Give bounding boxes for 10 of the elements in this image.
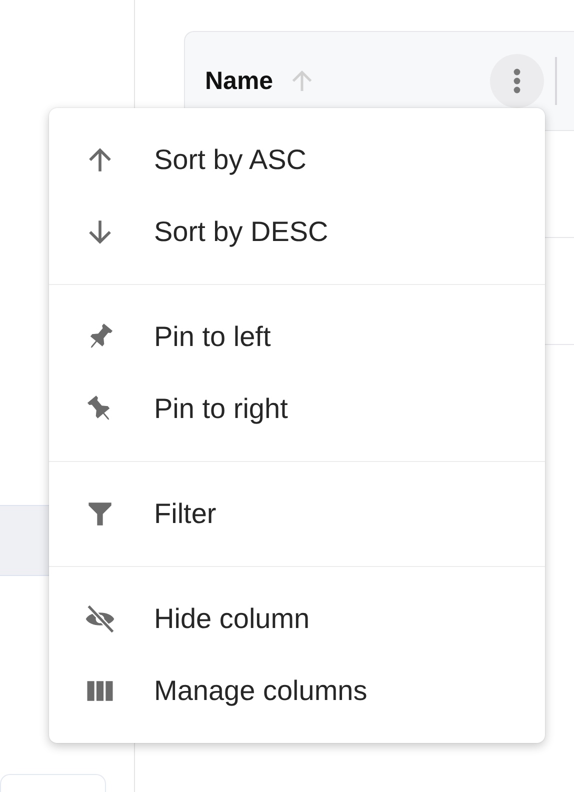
- menu-item[interactable]: Pin to right: [49, 373, 545, 445]
- menu-item[interactable]: Filter: [49, 478, 545, 550]
- more-vertical-icon: [513, 68, 521, 94]
- menu-item[interactable]: Manage columns: [49, 655, 545, 727]
- hidden-eye-icon: [83, 602, 117, 636]
- menu-item[interactable]: Pin to left: [49, 301, 545, 373]
- menu-item[interactable]: Sort by DESC: [49, 196, 545, 268]
- menu-item[interactable]: Hide column: [49, 583, 545, 655]
- menu-item[interactable]: Sort by ASC: [49, 124, 545, 196]
- column-title: Name: [205, 66, 274, 96]
